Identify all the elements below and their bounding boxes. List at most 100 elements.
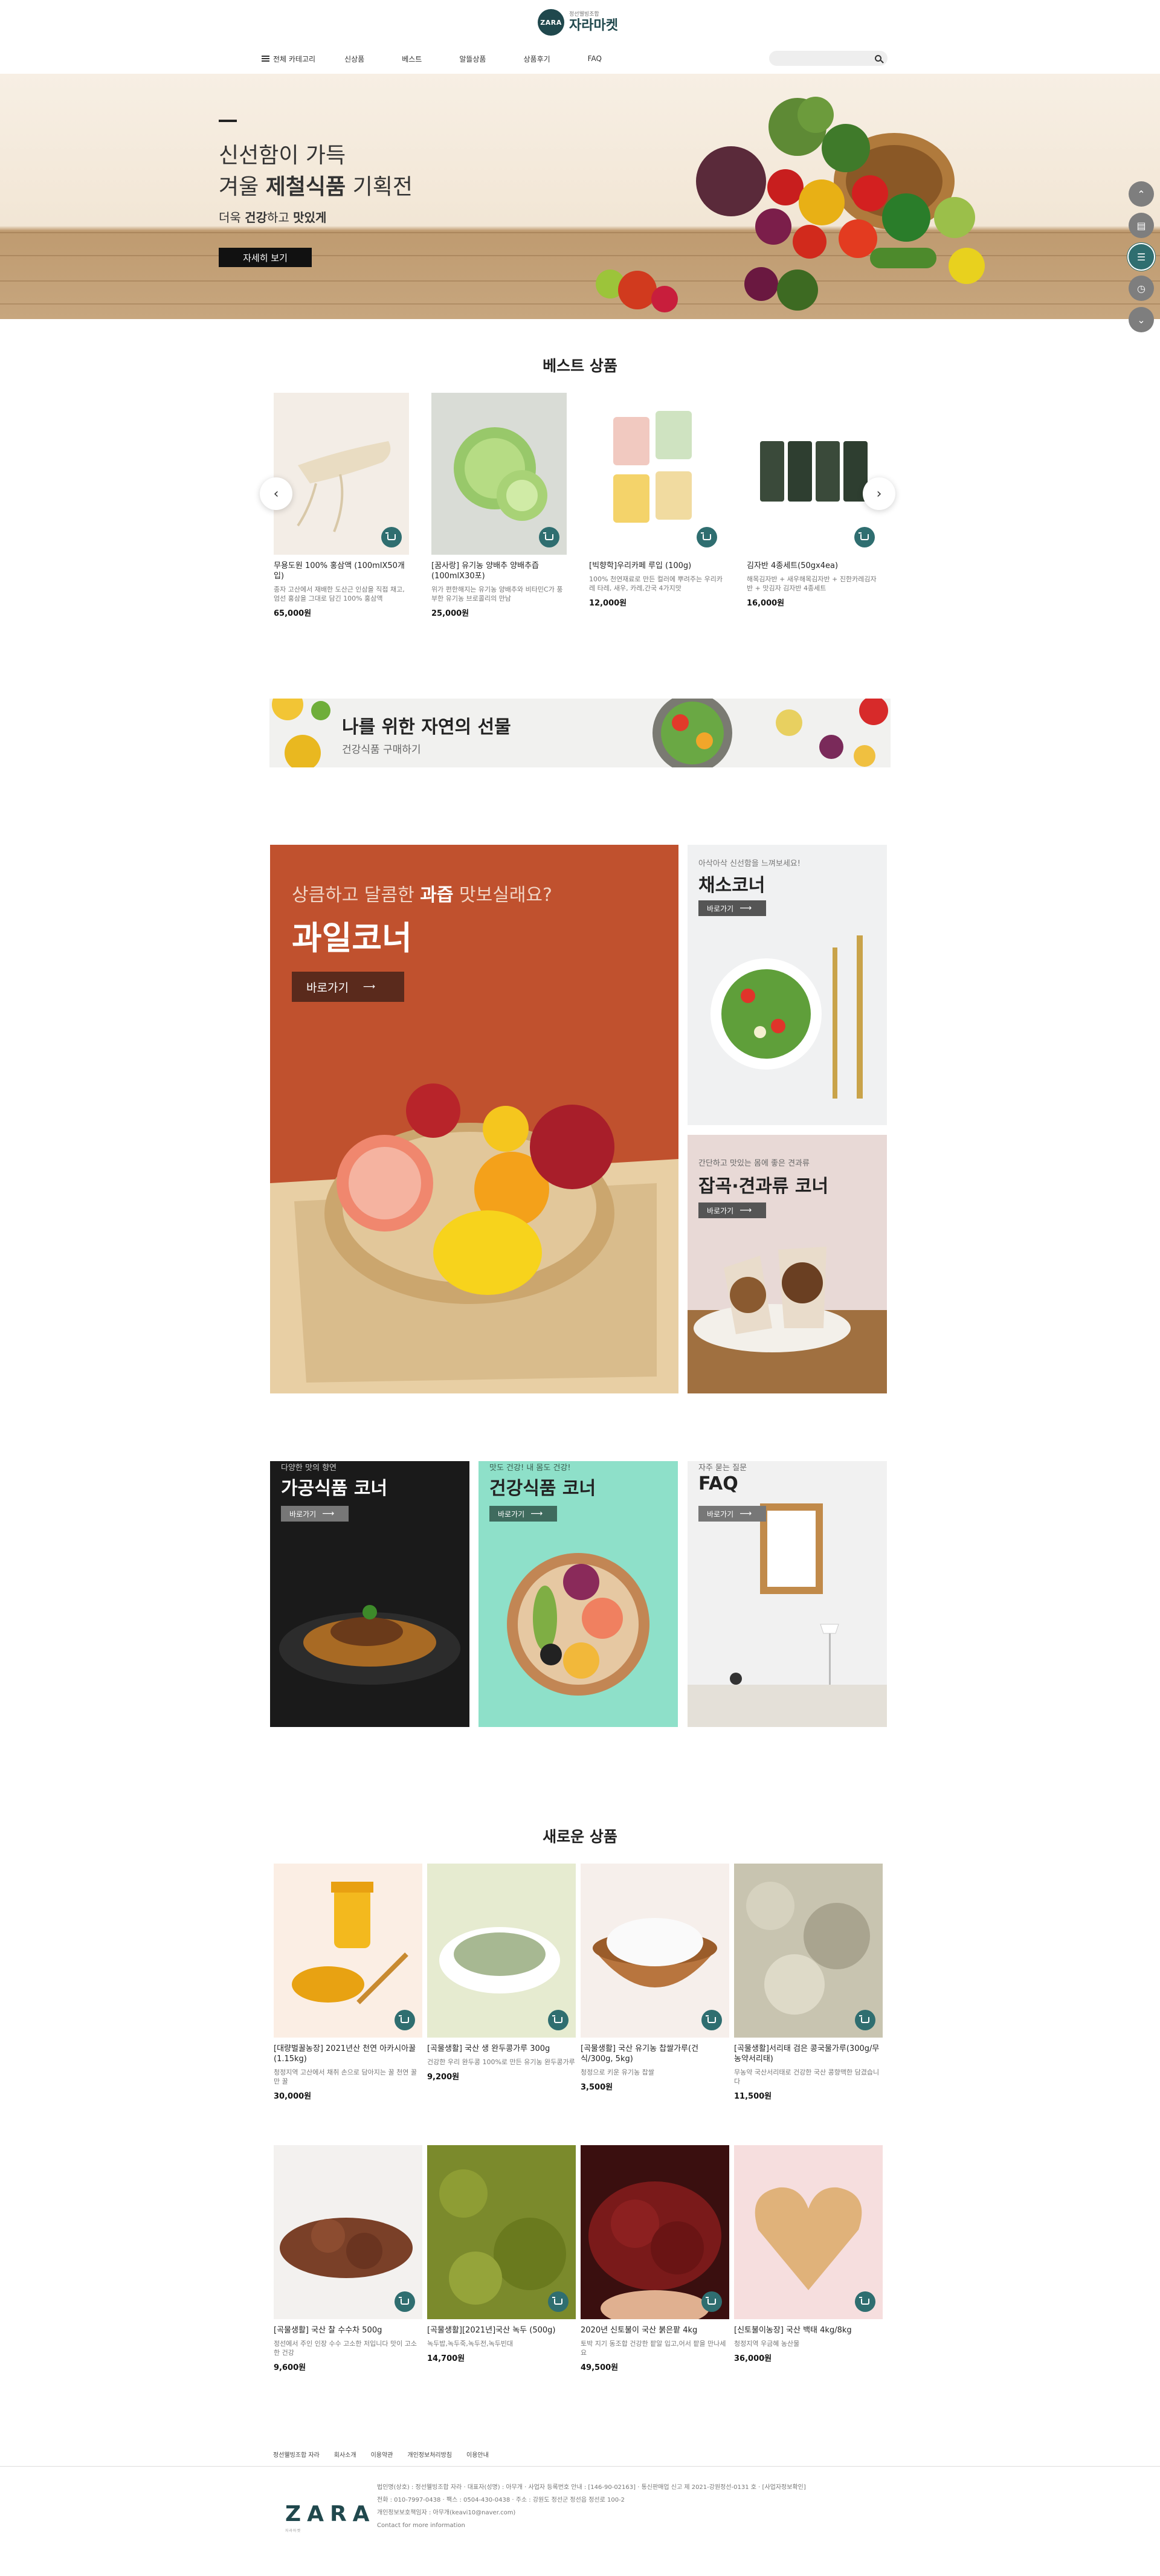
logo-badge: ZARA: [538, 9, 564, 36]
processed-corner-button[interactable]: 바로가기 ⟶: [281, 1506, 349, 1522]
nav-new[interactable]: 신상품: [344, 54, 364, 64]
quick-menu: ⌃ ▤ ☰ ◷ ⌄: [1129, 181, 1154, 332]
new-product-card[interactable]: [곡물생활][2021년]국산 녹두 (500g) 녹두밥,녹두죽,녹두전,녹두…: [427, 2145, 576, 2363]
new-product-card[interactable]: [신토불이농장] 국산 백태 4kg/8kg 청정지역 우금혜 농산물 36,0…: [734, 2145, 883, 2363]
best-section-title: 베스트 상품: [543, 357, 617, 375]
footer-link-about[interactable]: 회사소개: [334, 2450, 356, 2459]
fruit-corner[interactable]: 상큼하고 달콤한 과즙 맛보실래요? 과일코너 바로가기 ⟶: [270, 845, 678, 1393]
scroll-up-icon[interactable]: ⌃: [1129, 181, 1154, 207]
add-to-cart-icon[interactable]: [395, 2010, 415, 2030]
arrow-right-icon: ⟶: [322, 1509, 335, 1519]
product-image: [589, 393, 724, 555]
vegetable-corner-button[interactable]: 바로가기 ⟶: [698, 900, 766, 916]
main-nav: 전체 카테고리 신상품 베스트 알뜰상품 상품후기 FAQ: [262, 51, 639, 66]
product-description: 정선에서 주인 인장 수수 고소한 저입니다 맛이 고소한 건강: [274, 2340, 417, 2357]
add-to-cart-icon[interactable]: [539, 527, 559, 547]
nav-best[interactable]: 베스트: [402, 54, 422, 64]
footer-link-privacy[interactable]: 개인정보처리방침: [407, 2450, 452, 2459]
product-image: [734, 2145, 883, 2319]
best-product-card[interactable]: [꿈사랑] 유기농 양배추 양배추즙 (100mlX30포) 위가 편한해지는 …: [431, 393, 567, 618]
product-name: [대량벌꿀농장] 2021년산 천연 아카시아꿀 (1.15kg): [274, 2044, 416, 2064]
arrow-right-icon: ⟶: [740, 1509, 752, 1519]
nuts-corner[interactable]: 간단하고 맛있는 몸에 좋은 견과류 잡곡·견과류 코너 바로가기 ⟶: [688, 1135, 887, 1393]
nav-sale[interactable]: 알뜰상품: [459, 54, 486, 64]
all-category-button[interactable]: 전체 카테고리: [262, 54, 315, 64]
fruit-corner-button[interactable]: 바로가기 ⟶: [292, 972, 404, 1002]
add-to-cart-icon[interactable]: [697, 527, 717, 547]
hero-accent-bar: [219, 120, 237, 122]
nav-reviews[interactable]: 상품후기: [523, 54, 550, 64]
add-to-cart-icon[interactable]: [548, 2291, 569, 2312]
new-product-card[interactable]: [곡물생활]서리태 검은 콩국물가루(300g/무농약서리태) 무농약 국산서리…: [734, 1864, 883, 2101]
faq-corner-subtitle: 자주 묻는 질문: [698, 1464, 747, 1473]
fruit-corner-title: 과일코너: [292, 919, 412, 957]
vegetable-corner[interactable]: 아삭아삭 신선함을 느껴보세요! 채소코너 바로가기 ⟶: [688, 845, 887, 1125]
add-to-cart-icon[interactable]: [855, 2291, 875, 2312]
processed-food-corner[interactable]: 다양한 맛의 향연 가공식품 코너 바로가기 ⟶: [270, 1461, 469, 1727]
add-to-cart-icon[interactable]: [854, 527, 875, 547]
product-description: 청정으로 키운 유기농 찹쌀: [581, 2068, 654, 2076]
nuts-corner-button[interactable]: 바로가기 ⟶: [698, 1202, 766, 1218]
vegetable-corner-title: 채소코너: [698, 875, 765, 896]
footer-link-company-name[interactable]: 정선웰빙조합 자라: [273, 2450, 320, 2459]
product-description: 청정지역 고산에서 채취 손으로 담아지는 꿀 천연 꿀만 꿀: [274, 2068, 417, 2085]
product-name: [곡물생활] 국산 유기농 찹쌀가루(건식/300g, 5kg): [581, 2044, 699, 2064]
product-image: [427, 1864, 576, 2038]
product-description: 토박 지기 동조합 건강한 팥알 입고,어서 팥을 만나세요: [581, 2340, 726, 2357]
product-price: 11,500원: [734, 2092, 772, 2101]
hero-detail-button[interactable]: 자세히 보기: [219, 248, 312, 267]
faq-corner-button[interactable]: 바로가기 ⟶: [698, 1506, 766, 1522]
slider-prev-button[interactable]: ‹: [260, 477, 292, 510]
faq-corner[interactable]: 자주 묻는 질문 FAQ 바로가기 ⟶: [688, 1461, 887, 1727]
fruit-corner-subtitle: 상큼하고 달콤한 과즙 맛보실래요?: [292, 885, 552, 906]
product-name: 김자반 4종세트(50gx4ea): [747, 561, 839, 570]
add-to-cart-icon[interactable]: [701, 2010, 722, 2030]
add-to-cart-icon[interactable]: [548, 2010, 569, 2030]
new-product-card[interactable]: 2020년 신토불이 국산 붉은팥 4kg 토박 지기 동조합 건강한 팥알 입…: [581, 2145, 729, 2372]
vegetable-basket-image: [596, 97, 985, 312]
nuts-corner-subtitle: 간단하고 맛있는 몸에 좋은 견과류: [698, 1159, 810, 1168]
nuts-corner-title: 잡곡·견과류 코너: [698, 1176, 829, 1197]
nav-faq[interactable]: FAQ: [588, 54, 602, 63]
product-description: 종자 고산에서 재배한 도산근 인삼을 직접 채고, 엄선 홍삼을 그대로 담긴…: [274, 586, 405, 602]
add-to-cart-icon[interactable]: [701, 2291, 722, 2312]
best-product-card[interactable]: [빅향학]우리카페 루입 (100g) 100% 천연재료로 만든 컬러에 뿌려…: [589, 393, 724, 608]
hero-subline: 더욱 건강하고 맛있게: [219, 210, 327, 225]
site-header: ZARA 정선웰빙조합 자라마켓 전체 카테고리 신상품 베스트 알뜰상품 상품…: [0, 0, 1160, 74]
slider-next-button[interactable]: ›: [863, 477, 895, 510]
product-image: [431, 393, 567, 555]
product-image: [274, 393, 409, 555]
cart-icon[interactable]: ▤: [1129, 213, 1154, 238]
hamburger-icon: [262, 56, 269, 62]
new-product-card[interactable]: [곡물생활] 국산 생 완두콩가루 300g 건강한 우리 완두콩 100%로 …: [427, 1864, 576, 2082]
healthfood-banner[interactable]: 나를 위한 자연의 선물 건강식품 구매하기: [269, 699, 891, 767]
new-product-card[interactable]: [곡물생활] 국산 찰 수수차 500g 정선에서 주인 인장 수수 고소한 저…: [274, 2145, 422, 2372]
best-product-card[interactable]: 김자반 4종세트(50gx4ea) 해목김자반 + 새우해목김자반 + 진한카레…: [747, 393, 882, 608]
add-to-cart-icon[interactable]: [395, 2291, 415, 2312]
history-icon[interactable]: ◷: [1129, 276, 1154, 301]
add-to-cart-icon[interactable]: [855, 2010, 875, 2030]
best-product-card[interactable]: 무용도원 100% 홍삼액 (100mlX50개입) 종자 고산에서 재배한 도…: [274, 393, 409, 618]
search-icon[interactable]: [875, 55, 881, 62]
hero-headline-1: 신선함이 가득: [219, 143, 346, 168]
add-to-cart-icon[interactable]: [381, 527, 402, 547]
new-product-card[interactable]: [대량벌꿀농장] 2021년산 천연 아카시아꿀 (1.15kg) 청정지역 고…: [274, 1864, 422, 2101]
product-description: 청정지역 우금혜 농산물: [734, 2340, 800, 2348]
search-input[interactable]: [769, 51, 888, 66]
site-logo[interactable]: ZARA 정선웰빙조합 자라마켓: [538, 8, 618, 36]
product-name: 무용도원 100% 홍삼액 (100mlX50개입): [274, 561, 405, 581]
arrow-right-icon: ⟶: [530, 1509, 543, 1519]
product-description: 해목김자반 + 새우해목김자반 + 진한카레김자반 + 맛김자 김자반 4종세트: [747, 575, 877, 592]
product-image: [581, 2145, 729, 2319]
menu-icon[interactable]: ☰: [1129, 244, 1154, 270]
footer-link-guide[interactable]: 이용안내: [466, 2450, 489, 2459]
hero-headline-2: 겨울 제철식품 기획전: [219, 175, 413, 199]
scroll-down-icon[interactable]: ⌄: [1129, 307, 1154, 332]
health-food-corner[interactable]: 맛도 건강! 내 몸도 건강! 건강식품 코너 바로가기 ⟶: [478, 1461, 678, 1727]
product-image: [747, 393, 882, 555]
footer-link-terms[interactable]: 이용약관: [371, 2450, 393, 2459]
processed-corner-title: 가공식품 코너: [281, 1478, 388, 1499]
new-product-card[interactable]: [곡물생활] 국산 유기농 찹쌀가루(건식/300g, 5kg) 청정으로 키운…: [581, 1864, 729, 2092]
footer-divider: [0, 2466, 1160, 2467]
health-corner-button[interactable]: 바로가기 ⟶: [489, 1506, 557, 1522]
